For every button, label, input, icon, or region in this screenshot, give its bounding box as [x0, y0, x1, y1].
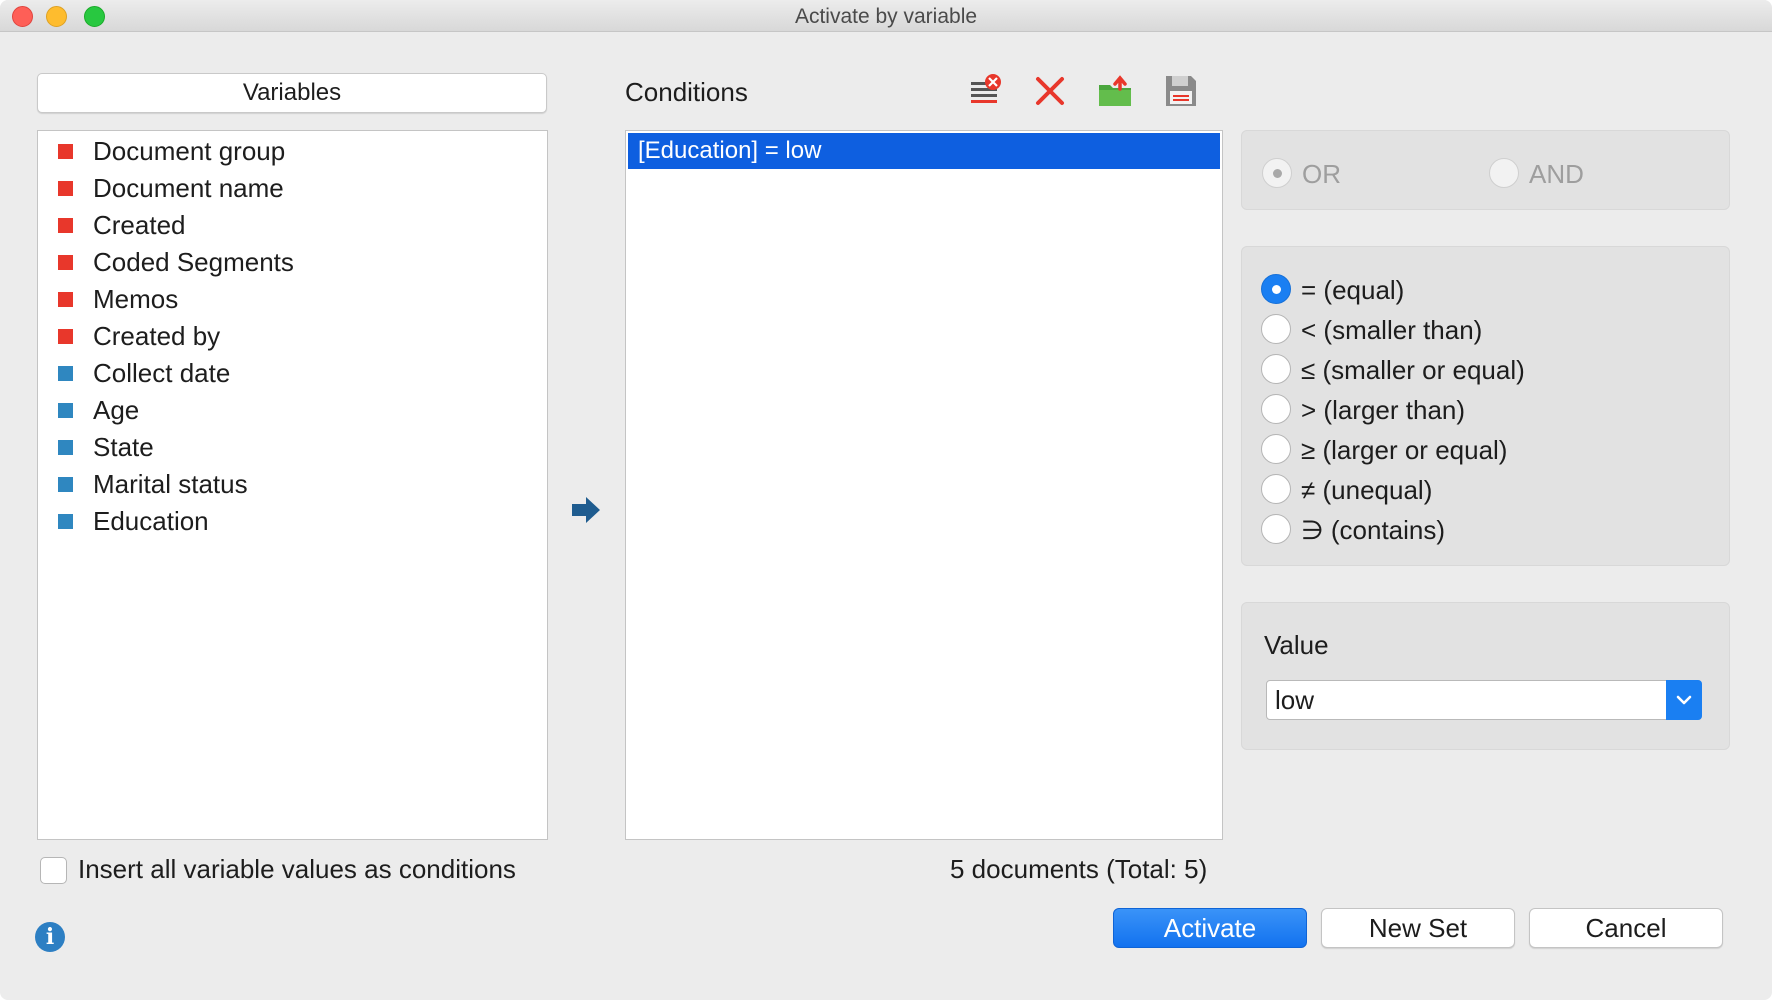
- operator-radio-unequal[interactable]: [1261, 474, 1291, 504]
- info-icon[interactable]: i: [35, 922, 65, 952]
- user-variable-icon: [58, 514, 73, 529]
- variable-label: Education: [93, 506, 209, 536]
- system-variable-icon: [58, 218, 73, 233]
- variable-label: Collect date: [93, 358, 231, 388]
- title-bar: Activate by variable: [0, 0, 1772, 32]
- window-title: Activate by variable: [794, 5, 978, 28]
- operator-label: ≤ (smaller or equal): [1301, 355, 1525, 385]
- system-variable-icon: [58, 292, 73, 307]
- delete-icon[interactable]: [1032, 73, 1068, 109]
- variable-item[interactable]: Coded Segments: [38, 242, 547, 282]
- variable-label: Created by: [93, 321, 221, 351]
- system-variable-icon: [58, 255, 73, 270]
- insert-all-values-checkbox[interactable]: [40, 857, 67, 884]
- add-condition-arrow-icon[interactable]: [570, 495, 602, 525]
- operator-label: < (smaller than): [1301, 315, 1483, 345]
- or-label: OR: [1302, 159, 1341, 189]
- user-variable-icon: [58, 440, 73, 455]
- system-variable-icon: [58, 329, 73, 344]
- conditions-list[interactable]: [Education] = low: [625, 130, 1223, 840]
- operator-radio-larger[interactable]: [1261, 394, 1291, 424]
- clear-list-icon[interactable]: [968, 73, 1004, 109]
- system-variable-icon: [58, 181, 73, 196]
- operator-label: ∋ (contains): [1301, 515, 1446, 545]
- or-radio[interactable]: [1262, 158, 1292, 188]
- value-dropdown-button[interactable]: [1666, 680, 1702, 720]
- operator-radio-equal[interactable]: [1261, 274, 1291, 304]
- value-select-text: low: [1275, 685, 1315, 715]
- user-variable-icon: [58, 366, 73, 381]
- user-variable-icon: [58, 403, 73, 418]
- variable-item[interactable]: State: [38, 427, 547, 467]
- variable-item[interactable]: Education: [38, 501, 547, 541]
- chevron-down-icon: [1676, 695, 1692, 705]
- variable-item[interactable]: Created by: [38, 316, 547, 356]
- variables-header: Variables: [37, 73, 547, 113]
- operator-radio-larger-equal[interactable]: [1261, 434, 1291, 464]
- operator-radio-contains[interactable]: [1261, 514, 1291, 544]
- conditions-title: Conditions: [625, 77, 748, 107]
- value-select[interactable]: low: [1266, 680, 1702, 720]
- operator-radio-smaller-equal[interactable]: [1261, 354, 1291, 384]
- variable-item[interactable]: Memos: [38, 279, 547, 319]
- cancel-button[interactable]: Cancel: [1529, 908, 1723, 948]
- open-folder-icon[interactable]: [1097, 73, 1133, 109]
- new-set-button[interactable]: New Set: [1321, 908, 1515, 948]
- save-icon[interactable]: [1163, 73, 1199, 109]
- operator-radio-smaller[interactable]: [1261, 314, 1291, 344]
- variable-label: Document group: [93, 136, 286, 166]
- variable-label: Coded Segments: [93, 247, 294, 277]
- condition-row[interactable]: [Education] = low: [628, 133, 1220, 169]
- system-variable-icon: [58, 144, 73, 159]
- variable-item[interactable]: Created: [38, 205, 547, 245]
- insert-all-values-label: Insert all variable values as conditions: [78, 854, 516, 884]
- variable-label: State: [93, 432, 154, 462]
- operator-label: ≠ (unequal): [1301, 475, 1433, 505]
- user-variable-icon: [58, 477, 73, 492]
- and-label: AND: [1529, 159, 1584, 189]
- document-count: 5 documents (Total: 5): [950, 854, 1208, 884]
- variable-item[interactable]: Collect date: [38, 353, 547, 393]
- and-radio[interactable]: [1489, 158, 1519, 188]
- variable-label: Document name: [93, 173, 284, 203]
- variable-item[interactable]: Document name: [38, 168, 547, 208]
- variable-label: Marital status: [93, 469, 248, 499]
- value-title: Value: [1264, 630, 1329, 660]
- variable-label: Created: [93, 210, 186, 240]
- operator-label: = (equal): [1301, 275, 1405, 305]
- variable-item[interactable]: Marital status: [38, 464, 547, 504]
- activate-button[interactable]: Activate: [1113, 908, 1307, 948]
- variable-item[interactable]: Document group: [38, 131, 547, 171]
- dialog-window: Activate by variable Variables Document …: [0, 0, 1772, 1000]
- variable-item[interactable]: Age: [38, 390, 547, 430]
- variable-label: Age: [93, 395, 140, 425]
- variables-list[interactable]: Document group Document name Created Cod…: [37, 130, 548, 840]
- operator-label: ≥ (larger or equal): [1301, 435, 1508, 465]
- operator-label: > (larger than): [1301, 395, 1466, 425]
- variable-label: Memos: [93, 284, 179, 314]
- value-panel: [1241, 602, 1730, 750]
